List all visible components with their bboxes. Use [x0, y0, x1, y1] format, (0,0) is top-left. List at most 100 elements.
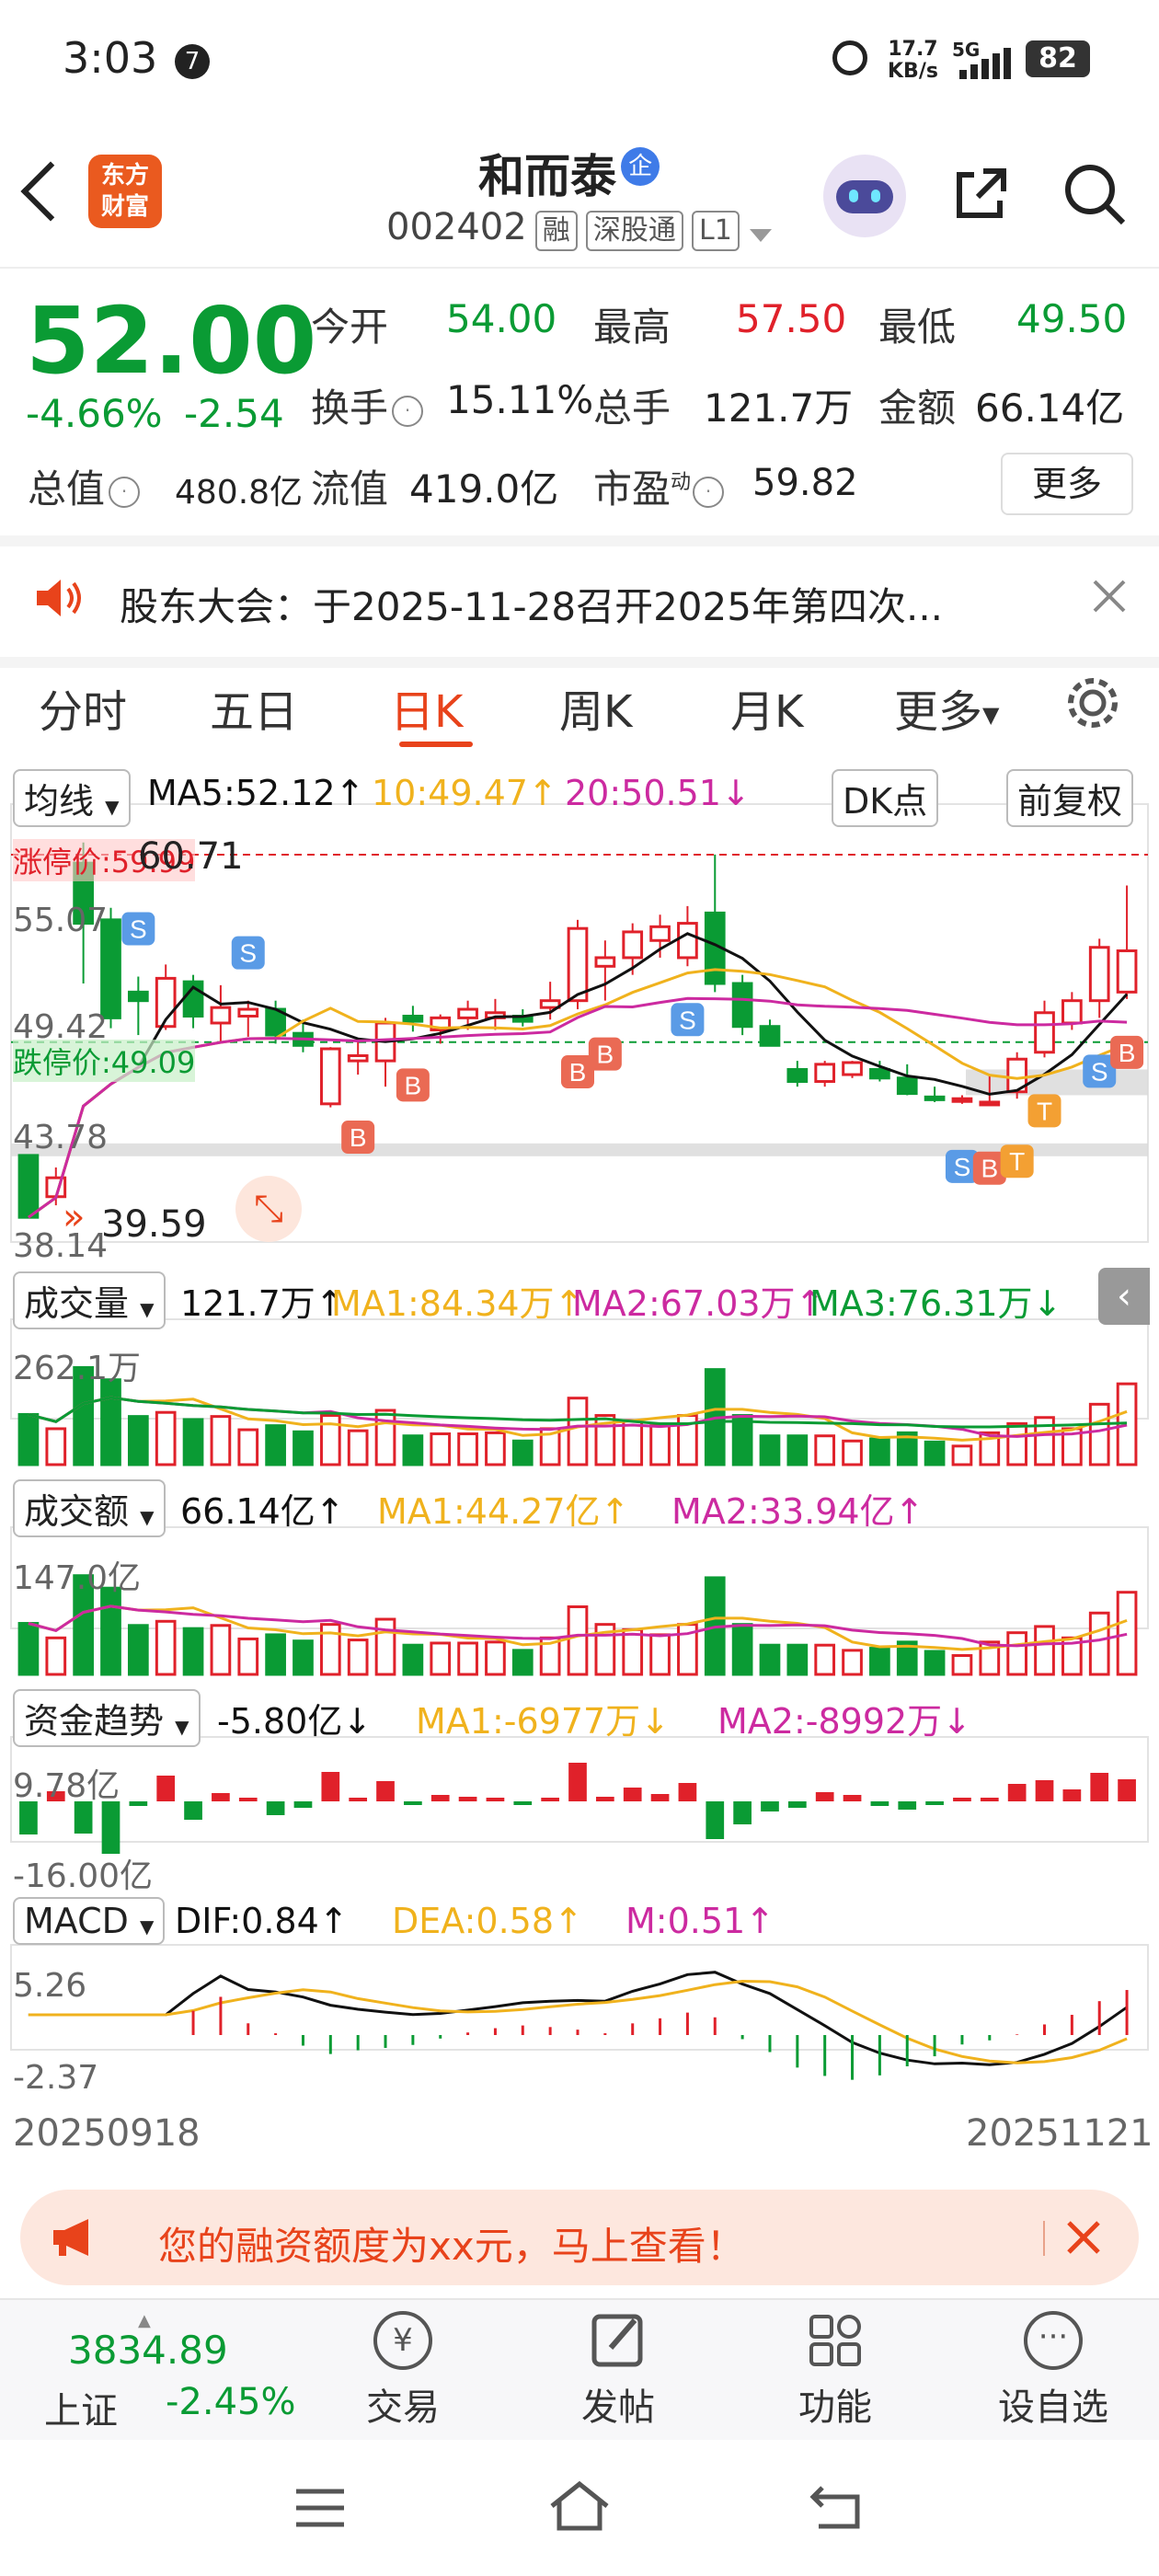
speaker-icon: [33, 578, 85, 618]
fund-bar: [293, 1801, 313, 1808]
amount-selector[interactable]: 成交额 ▼: [13, 1479, 166, 1537]
volume-top-tick: 262.1万: [13, 1350, 142, 1387]
macd-selector[interactable]: MACD ▼: [13, 1897, 166, 1945]
tab-weekly-k[interactable]: 周K: [559, 675, 632, 740]
open-label: 今开: [311, 305, 389, 350]
back-icon[interactable]: [20, 161, 81, 222]
trade-marker-label: S: [679, 1006, 696, 1034]
candle-body: [951, 1097, 973, 1103]
menu-icon[interactable]: [294, 2488, 346, 2528]
dk-button-label: DK点: [843, 781, 928, 822]
volume-ma2: MA2:67.03万↑: [572, 1275, 824, 1326]
app-logo[interactable]: 东方 财富: [88, 155, 162, 228]
signal-icon: 5G: [952, 39, 1016, 83]
fund-bar: [156, 1776, 176, 1801]
fund-selector[interactable]: 资金趋势 ▼: [13, 1689, 201, 1747]
fund-ma1-arrow: ↓: [640, 1701, 671, 1742]
info-icon[interactable]: ·: [392, 395, 424, 427]
pe-sup: 动: [671, 471, 692, 494]
tab-more[interactable]: 更多▼: [894, 675, 999, 740]
fund-bar: [184, 1801, 202, 1820]
scroll-left-icon[interactable]: »: [63, 1196, 85, 1238]
fund-bar: [596, 1797, 614, 1801]
info-icon[interactable]: ·: [109, 476, 141, 508]
kline-chart[interactable]: SSSSSBBBBBBTT 均线 ▼ MA5:52.12↑ 10:49.47↑ …: [0, 764, 1159, 2180]
fund-bar: [486, 1798, 505, 1801]
macd-dif-arrow: ↑: [318, 1901, 349, 1941]
volume-bar: [127, 1415, 149, 1466]
share-icon[interactable]: [952, 166, 1009, 223]
adjust-button[interactable]: 前复权: [1006, 769, 1134, 827]
chevron-down-icon[interactable]: [749, 228, 772, 242]
fund-ma2-value: MA2:-8992万: [717, 1701, 943, 1742]
candle-body: [567, 926, 589, 1003]
caret-down-icon: ▼: [140, 1506, 155, 1528]
fund-bar: [568, 1763, 587, 1801]
search-icon[interactable]: [1062, 162, 1127, 226]
ma5-label: MA5:52.12↑: [147, 773, 364, 813]
gear-icon[interactable]: [1063, 673, 1122, 732]
volume-selector[interactable]: 成交量 ▼: [13, 1271, 166, 1329]
nav-add-watchlist[interactable]: ··· 设自选: [984, 2311, 1122, 2431]
close-icon[interactable]: [1091, 578, 1128, 615]
trade-marker-label: B: [981, 1155, 998, 1183]
nav-post[interactable]: 发帖: [563, 2311, 673, 2431]
caret-down-icon: ▼: [175, 1716, 189, 1738]
volume-bar: [237, 1428, 259, 1466]
collapse-panel-icon[interactable]: ‹: [1098, 1268, 1150, 1325]
fund-bar: [238, 1798, 258, 1801]
fund-bar: [980, 1798, 999, 1801]
volume-bar: [622, 1419, 644, 1466]
low-label: 最低: [878, 305, 957, 350]
fund-bar: [706, 1801, 725, 1839]
promo-banner[interactable]: 您的融资额度为xx元，马上查看！: [20, 2190, 1139, 2285]
amount-arrow: ↑: [315, 1491, 345, 1532]
fund-bar: [870, 1801, 889, 1806]
fund-bar: [458, 1797, 477, 1801]
trade-marker-label: B: [405, 1071, 422, 1099]
notice-bar[interactable]: 股东大会：于2025-11-28召开2025年第四次...: [0, 535, 1159, 668]
more-button[interactable]: 更多: [1001, 453, 1133, 515]
expand-icon[interactable]: ⤡: [235, 1176, 302, 1242]
candle-body: [979, 1100, 1001, 1107]
home-icon[interactable]: [548, 2480, 611, 2532]
tag-level: L1: [691, 211, 740, 251]
volume-bar: [1088, 1402, 1110, 1466]
index-ticker[interactable]: ▲ 3834.89 上证 -2.45%: [37, 2311, 313, 2432]
amount-bar: [182, 1627, 204, 1676]
ma-selector[interactable]: 均线 ▼: [13, 769, 131, 827]
nav-functions[interactable]: 功能: [780, 2311, 890, 2431]
macd-m: M:0.51↑: [625, 1901, 775, 1941]
candle-body: [869, 1067, 890, 1080]
fund-bar: [650, 1794, 670, 1801]
fund-bar: [787, 1801, 807, 1808]
caret-down-icon: ▼: [140, 1915, 155, 1938]
tab-monthly-k[interactable]: 月K: [730, 675, 803, 740]
back-nav-icon[interactable]: [809, 2484, 865, 2530]
fund-bar: [212, 1793, 230, 1801]
system-nav: [0, 2440, 1159, 2576]
limit-down-label: 跌停价:49.09: [13, 1040, 196, 1082]
nav-functions-label: 功能: [798, 2386, 872, 2429]
tab-daily-k[interactable]: 日K: [390, 675, 463, 740]
amount-bar: [567, 1605, 589, 1676]
close-icon[interactable]: [1065, 2219, 1102, 2256]
candle-body: [731, 982, 753, 1029]
logo-text-1: 东方: [100, 162, 149, 190]
macd-selector-label: MACD: [24, 1901, 129, 1941]
alarm-icon: [832, 40, 867, 75]
tab-five-day[interactable]: 五日: [210, 675, 298, 740]
active-tab-indicator: [399, 742, 473, 747]
index-change: -2.45%: [166, 2381, 296, 2423]
volume-bar: [759, 1434, 781, 1466]
dk-button[interactable]: DK点: [832, 769, 939, 827]
chart-canvas[interactable]: SSSSSBB BBBBTT: [0, 764, 1159, 2180]
candle-body: [457, 1007, 478, 1019]
candle-body: [237, 1007, 259, 1018]
fund-bar: [925, 1801, 944, 1805]
robot-assistant-icon[interactable]: [823, 155, 906, 237]
nav-trade[interactable]: ¥ 交易: [348, 2311, 458, 2431]
info-icon[interactable]: ·: [693, 476, 725, 508]
tab-intraday[interactable]: 分时: [39, 675, 127, 740]
volume-bar: [265, 1424, 286, 1466]
